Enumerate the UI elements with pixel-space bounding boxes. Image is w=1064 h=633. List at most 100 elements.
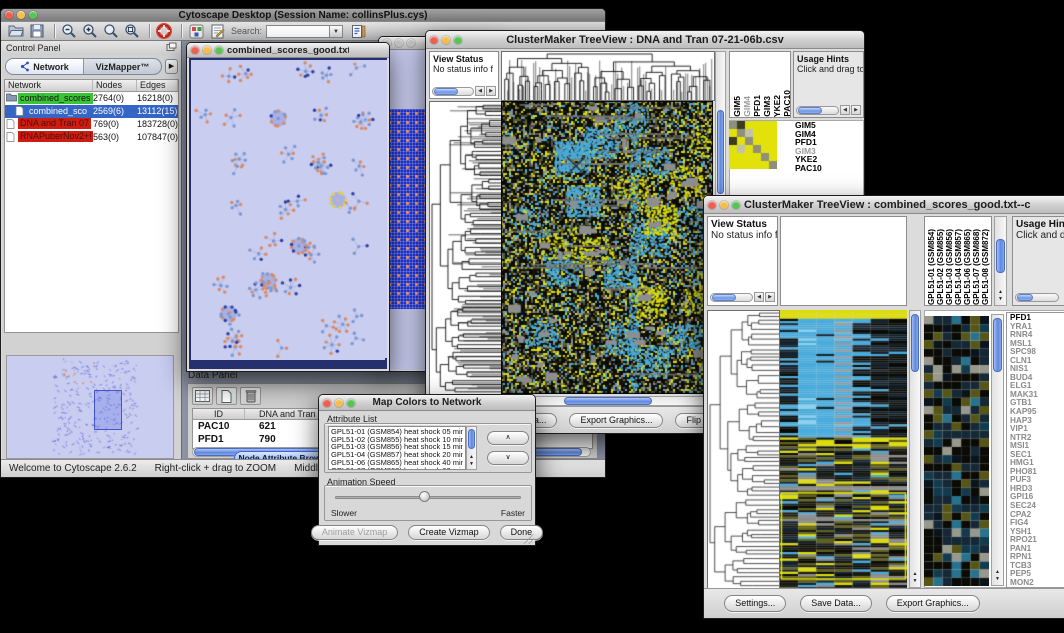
- search-input[interactable]: [266, 25, 330, 38]
- resize-grip[interactable]: [524, 534, 534, 544]
- column-label[interactable]: YKE2: [772, 95, 782, 117]
- tv2-titlebar[interactable]: ClusterMaker TreeView : combined_scores_…: [704, 196, 1064, 214]
- view-status-scrollbar[interactable]: ◀▶: [710, 292, 775, 302]
- map-colors-dialog[interactable]: Map Colors to Network Attribute List GPL…: [318, 394, 536, 546]
- network-list-header[interactable]: Network Nodes Edges: [5, 80, 178, 92]
- minimize-button[interactable]: [17, 11, 25, 19]
- scroll-thumb[interactable]: [996, 239, 1005, 273]
- scroll-thumb[interactable]: [1017, 294, 1033, 301]
- column-label[interactable]: PFD1: [752, 95, 762, 117]
- view-status-scrollbar[interactable]: ◀▶: [432, 86, 496, 96]
- birdseye-viewport-rect[interactable]: [94, 390, 122, 430]
- tv1-column-dendrogram[interactable]: [501, 51, 715, 101]
- scroll-left-arrow[interactable]: ◀: [754, 292, 764, 302]
- column-label[interactable]: GPL51-02 (GSM855): [936, 229, 945, 305]
- row-label[interactable]: PAC10: [795, 164, 861, 173]
- col-id[interactable]: ID: [193, 409, 245, 419]
- column-label[interactable]: PAC10: [782, 90, 791, 117]
- tv2-labels-scrollbar[interactable]: ▲ ▼: [994, 216, 1007, 306]
- zoom-button[interactable]: [732, 201, 740, 209]
- column-label[interactable]: GIM3: [762, 96, 772, 117]
- zoom-in-icon[interactable]: [81, 23, 99, 39]
- zoom-selected-icon[interactable]: [102, 23, 120, 39]
- network-list-row[interactable]: combined_scores 2764(0) 16218(0): [5, 92, 178, 105]
- close-button[interactable]: [430, 36, 438, 44]
- attribute-browser-icon[interactable]: [349, 23, 367, 39]
- tv1-row-dendrogram[interactable]: [429, 101, 502, 396]
- scroll-down-arrow[interactable]: ▼: [995, 296, 1006, 303]
- zoom-button[interactable]: [407, 39, 415, 47]
- treeview2-window[interactable]: ClusterMaker TreeView : combined_scores_…: [703, 195, 1064, 619]
- main-titlebar[interactable]: Cytoscape Desktop (Session Name: collins…: [1, 9, 605, 22]
- network-list-row[interactable]: combined_sco 2569(6) 13112(15): [5, 105, 178, 118]
- treeview-button[interactable]: Export Graphics...: [569, 413, 663, 428]
- treeview-button[interactable]: Save Data...: [800, 595, 872, 612]
- scroll-up-arrow[interactable]: ▲: [467, 454, 476, 461]
- col-network[interactable]: Network: [5, 80, 93, 91]
- scroll-down-arrow[interactable]: ▼: [992, 576, 1003, 583]
- network-view-window[interactable]: combined_scores_good.txt--cluste...: [186, 42, 390, 372]
- tv2-genelist-scrollbar[interactable]: ▲ ▼: [991, 314, 1004, 586]
- column-label[interactable]: GPL51-08 (GSM872): [981, 229, 990, 305]
- attribute-item[interactable]: GPL51-03 (GSM856) heat shock 15 min: [331, 443, 463, 451]
- search-dropdown-arrow[interactable]: ▼: [330, 25, 343, 38]
- attribute-list-scrollbar[interactable]: ▲ ▼: [466, 426, 477, 470]
- network-list-row[interactable]: RNAPuberNov2+! 563(0) 107847(0): [5, 130, 178, 143]
- tv2-vscrollbar[interactable]: ▲ ▼: [909, 310, 921, 588]
- col-edges[interactable]: Edges: [137, 80, 178, 91]
- select-attributes-icon[interactable]: [192, 387, 213, 405]
- zoom-fit-icon[interactable]: [123, 23, 141, 39]
- usage-hints-scrollbar[interactable]: [1015, 292, 1059, 302]
- help-lifesaver-icon[interactable]: [155, 23, 173, 39]
- vizmapper-icon[interactable]: [187, 23, 205, 39]
- column-label[interactable]: GPL51-01 (GSM854): [927, 229, 936, 305]
- tab-network[interactable]: Network: [6, 59, 84, 74]
- network-view-canvas[interactable]: [191, 60, 387, 358]
- dialog-button[interactable]: Create Vizmap: [408, 525, 489, 540]
- zoom-button[interactable]: [454, 36, 462, 44]
- dialog-titlebar[interactable]: Map Colors to Network: [319, 395, 535, 411]
- close-button[interactable]: [5, 11, 13, 19]
- move-down-button[interactable]: ∨: [487, 451, 529, 465]
- birdseye-canvas[interactable]: [7, 356, 173, 458]
- scroll-thumb[interactable]: [712, 294, 736, 301]
- scroll-right-arrow[interactable]: ▶: [765, 292, 775, 302]
- scroll-left-arrow[interactable]: ◀: [840, 105, 850, 115]
- column-label[interactable]: GPL51-03 (GSM856): [945, 229, 954, 305]
- attribute-item[interactable]: GPL51-07 (GSM868) heat shock 60 min: [331, 467, 463, 470]
- scroll-up-arrow[interactable]: ▲: [995, 289, 1006, 296]
- zoom-button[interactable]: [215, 46, 223, 54]
- treeview-button[interactable]: Export Graphics...: [886, 595, 980, 612]
- scroll-left-arrow[interactable]: ◀: [475, 86, 485, 96]
- close-button[interactable]: [708, 201, 716, 209]
- treeview-button[interactable]: Settings...: [724, 595, 786, 612]
- dialog-button[interactable]: Animate Vizmap: [311, 525, 398, 540]
- move-up-button[interactable]: ∧: [487, 431, 529, 445]
- close-button[interactable]: [191, 46, 199, 54]
- dialog-button[interactable]: Done: [500, 525, 544, 540]
- tv2-zoom-heatmap[interactable]: [924, 316, 989, 586]
- attribute-item[interactable]: GPL51-06 (GSM865) heat shock 40 min: [331, 459, 463, 467]
- birdseye-view[interactable]: [6, 355, 174, 459]
- tv2-row-dendrogram[interactable]: [707, 310, 780, 590]
- minimize-button[interactable]: [720, 201, 728, 209]
- close-button[interactable]: [323, 399, 331, 407]
- scroll-thumb[interactable]: [798, 107, 822, 114]
- save-icon[interactable]: [28, 23, 46, 39]
- col-nodes[interactable]: Nodes: [93, 80, 137, 91]
- open-file-icon[interactable]: [7, 23, 25, 39]
- column-label[interactable]: GIM5: [732, 96, 742, 117]
- network-list-row[interactable]: DNA and Tran 07 769(0) 183728(0): [5, 118, 178, 131]
- column-label[interactable]: GPL51-04 (GSM857): [954, 229, 963, 305]
- scroll-up-arrow[interactable]: ▲: [910, 571, 920, 578]
- float-panel-icon[interactable]: [166, 42, 177, 54]
- scroll-thumb[interactable]: [993, 318, 1002, 372]
- gene-label[interactable]: MON2: [1010, 579, 1064, 588]
- zoom-out-icon[interactable]: [60, 23, 78, 39]
- attribute-item[interactable]: GPL51-02 (GSM855) heat shock 10 min: [331, 436, 463, 444]
- attribute-item[interactable]: GPL51-04 (GSM857) heat shock 20 min: [331, 451, 463, 459]
- scroll-thumb[interactable]: [468, 429, 475, 449]
- minimize-button[interactable]: [395, 39, 403, 47]
- delete-attribute-icon[interactable]: [240, 387, 261, 405]
- attribute-item[interactable]: GPL51-01 (GSM854) heat shock 05 min: [331, 428, 463, 436]
